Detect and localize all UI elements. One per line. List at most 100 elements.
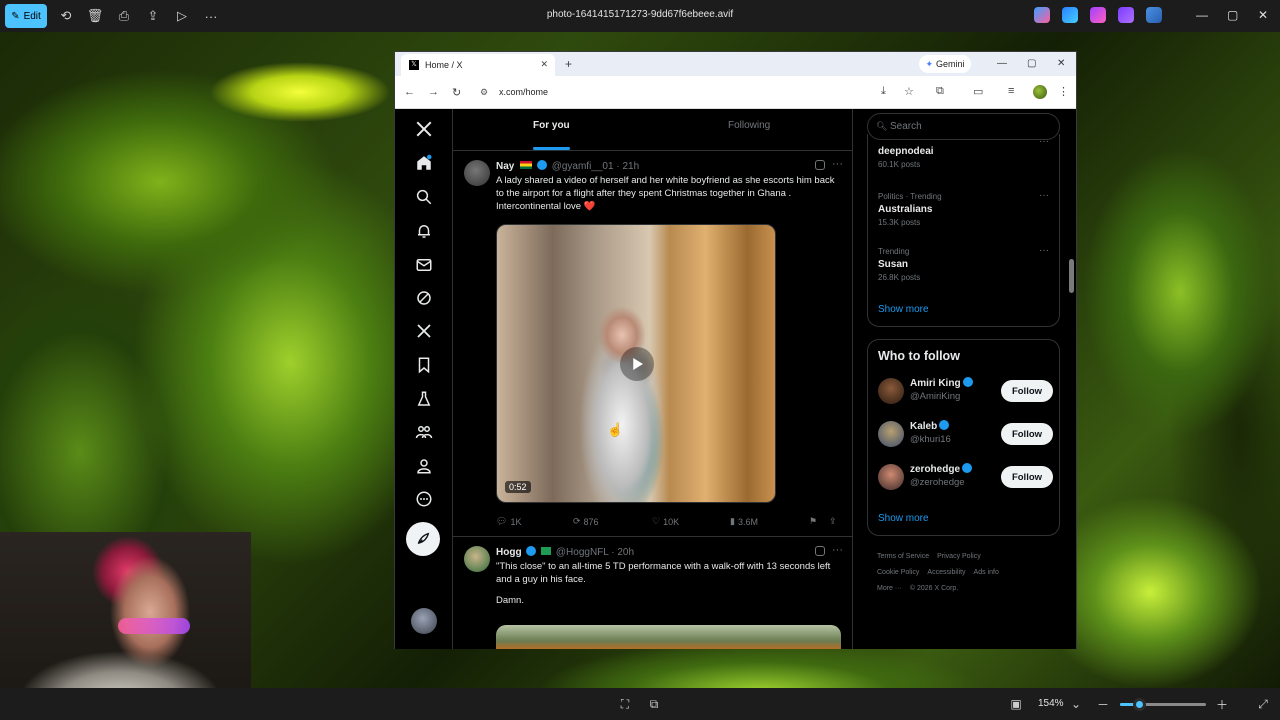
repost-button[interactable]: ⟳ 876 (573, 516, 599, 527)
url-field[interactable]: x.com/home (475, 81, 873, 103)
messages-envelope-icon[interactable] (414, 255, 434, 275)
grok-explain-icon[interactable] (815, 160, 825, 170)
suggestion-avatar[interactable] (878, 378, 904, 404)
zoom-dropdown-icon[interactable]: ⌄ (1068, 696, 1084, 712)
tweet-image[interactable] (496, 625, 841, 649)
footer-link[interactable]: Accessibility (927, 569, 965, 576)
tweet-author-handle[interactable]: @gyamfi__01 (552, 161, 614, 172)
play-icon[interactable] (620, 347, 654, 381)
tweet-author-name[interactable]: Nay (496, 161, 514, 172)
tweet-author-handle[interactable]: @HoggNFL (556, 547, 609, 558)
tab-search-icon[interactable]: ▭ (973, 85, 983, 98)
trend-more-icon[interactable]: ··· (1039, 190, 1049, 201)
fit-window-icon[interactable]: ▣ (1008, 696, 1024, 712)
grok-icon[interactable] (414, 288, 434, 308)
clipchamp-icon[interactable] (1118, 7, 1134, 23)
x-home-logo-icon[interactable] (414, 119, 434, 139)
zoom-out-icon[interactable]: － (1095, 696, 1111, 712)
tweet-avatar[interactable] (464, 546, 490, 572)
footer-link[interactable]: Cookie Policy (877, 569, 919, 576)
tab-for-you[interactable]: For you (533, 120, 570, 131)
bookmarks-icon[interactable] (414, 355, 434, 375)
fit-selection-icon[interactable]: ⛶ (617, 696, 633, 712)
close-icon[interactable]: ✕ (1258, 8, 1268, 22)
suggestion-avatar[interactable] (878, 421, 904, 447)
grok-explain-icon[interactable] (815, 546, 825, 556)
share-tweet-icon[interactable]: ⇪ (829, 516, 837, 527)
forward-icon[interactable]: → (428, 86, 439, 98)
explore-search-icon[interactable] (414, 187, 434, 207)
premium-x-icon[interactable] (414, 321, 434, 341)
home-icon[interactable] (414, 153, 434, 173)
new-tab-icon[interactable]: + (565, 57, 572, 71)
follow-button[interactable]: Follow (1001, 466, 1053, 488)
profile-avatar[interactable] (1033, 85, 1047, 99)
tweet[interactable]: Nay @gyamfi__01 · 21h ··· A lady shared … (453, 151, 852, 537)
trend-item[interactable]: deepnodeai 60.1K posts (878, 143, 934, 169)
notifications-bell-icon[interactable] (414, 221, 434, 241)
bookmark-star-icon[interactable]: ☆ (904, 85, 914, 98)
back-icon[interactable]: ← (404, 86, 415, 98)
copilot-icon[interactable] (1034, 7, 1050, 23)
zoom-in-icon[interactable]: ＋ (1214, 696, 1230, 712)
like-button[interactable]: ♡ 10K (652, 516, 679, 527)
trend-item[interactable]: Trending Susan 26.8K posts (878, 247, 920, 282)
follow-suggestion[interactable]: Kaleb @khuri16 Follow (878, 417, 1053, 453)
tweet-more-icon[interactable]: ··· (832, 158, 843, 170)
follow-suggestion[interactable]: zerohedge @zerohedge Follow (878, 460, 1053, 496)
tab-following[interactable]: Following (728, 120, 770, 131)
zoom-level[interactable]: 154% (1038, 698, 1064, 709)
trend-more-icon[interactable]: ··· (1039, 245, 1049, 256)
search-input[interactable]: Search (867, 113, 1060, 140)
browser-maximize-icon[interactable]: ▢ (1027, 58, 1036, 69)
suggestion-name[interactable]: Amiri King (910, 377, 975, 389)
account-avatar[interactable] (411, 608, 437, 634)
tweet-video[interactable]: 0:52 (496, 224, 776, 503)
page-scrollbar[interactable] (1066, 109, 1076, 649)
trends-show-more-link[interactable]: Show more (878, 304, 929, 315)
zoom-slider[interactable] (1120, 698, 1206, 711)
follow-button[interactable]: Follow (1001, 423, 1053, 445)
follow-show-more-link[interactable]: Show more (878, 513, 929, 524)
browser-menu-icon[interactable]: ⋮ (1058, 85, 1069, 98)
follow-suggestion[interactable]: Amiri King @AmiriKing Follow (878, 374, 1053, 410)
tweet-author-name[interactable]: Hogg (496, 547, 522, 558)
extensions-icon[interactable]: ⧉ (936, 85, 944, 98)
scrollbar-thumb[interactable] (1069, 259, 1074, 293)
media-controls-icon[interactable]: ≡ (1008, 85, 1014, 97)
browser-minimize-icon[interactable]: — (997, 58, 1007, 69)
follow-button[interactable]: Follow (1001, 380, 1053, 402)
suggestion-name[interactable]: Kaleb (910, 420, 951, 432)
minimize-icon[interactable]: — (1196, 8, 1208, 22)
cloud-icon[interactable] (1146, 7, 1162, 23)
browser-close-icon[interactable]: ✕ (1057, 58, 1065, 69)
trend-item[interactable]: Politics · Trending Australians 15.3K po… (878, 192, 942, 227)
suggestion-avatar[interactable] (878, 464, 904, 490)
tweet-more-icon[interactable]: ··· (832, 544, 843, 556)
tweet[interactable]: Hogg @HoggNFL · 20h ··· "This close" to … (453, 537, 852, 649)
views-button[interactable]: ▮ 3.6M (730, 516, 758, 527)
compose-post-button[interactable] (406, 522, 440, 556)
tweet-avatar[interactable] (464, 160, 490, 186)
more-circle-icon[interactable] (414, 489, 434, 509)
footer-link[interactable]: Terms of Service (877, 553, 929, 560)
communities-icon[interactable] (414, 422, 434, 442)
profile-icon[interactable] (414, 456, 434, 476)
tweet-time[interactable]: · 21h (616, 161, 639, 172)
reply-button[interactable]: 💬︎ 1K (496, 516, 521, 527)
zoom-slider-thumb[interactable] (1133, 698, 1146, 711)
maximize-icon[interactable]: ▢ (1227, 8, 1238, 22)
fullscreen-icon[interactable]: ⤢ (1255, 696, 1271, 712)
tab-close-icon[interactable]: ✕ (540, 59, 548, 70)
browser-tab[interactable]: 𝕏 Home / X ✕ (401, 54, 555, 76)
reload-icon[interactable]: ↻ (452, 86, 461, 99)
jobs-flask-icon[interactable] (414, 389, 434, 409)
bookmark-icon[interactable]: ⚑ (809, 516, 817, 527)
install-icon[interactable]: ⤓ (881, 85, 886, 98)
designer-icon[interactable] (1062, 7, 1078, 23)
tweet-time[interactable]: · 20h (611, 547, 634, 558)
footer-link[interactable]: Privacy Policy (937, 553, 981, 560)
suggestion-name[interactable]: zerohedge (910, 463, 974, 475)
visual-search-icon[interactable]: ⧉ (646, 696, 662, 712)
footer-link[interactable]: More ··· (877, 585, 902, 592)
